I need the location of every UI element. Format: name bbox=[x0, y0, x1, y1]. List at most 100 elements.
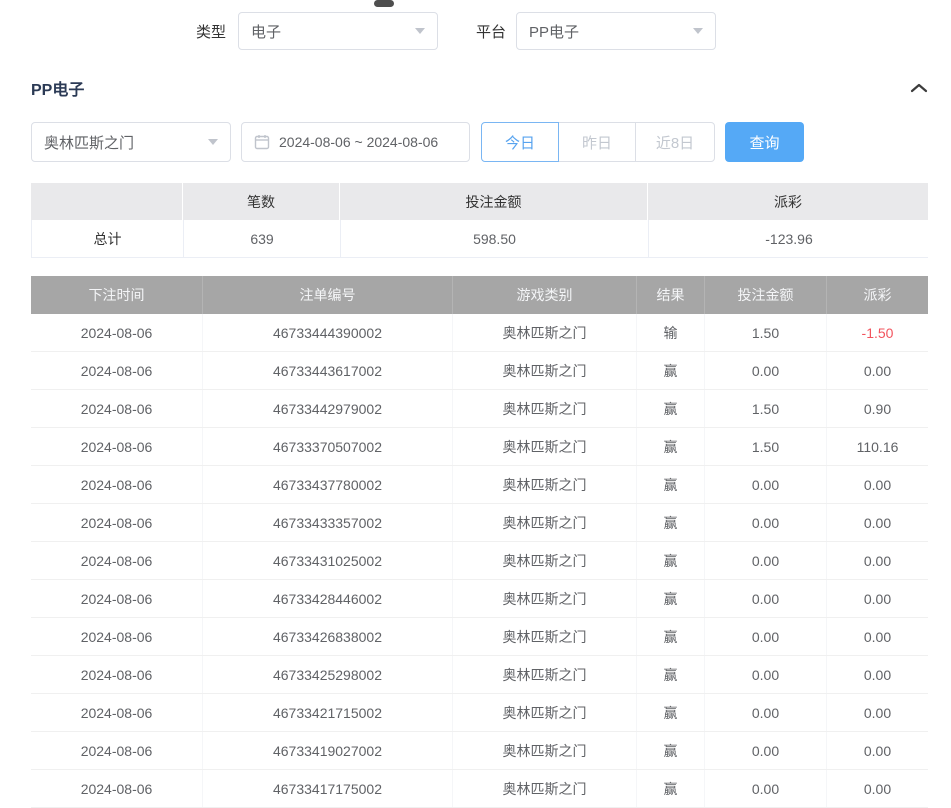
search-button[interactable]: 查询 bbox=[725, 122, 804, 162]
bet-time-cell: 2024-08-06 bbox=[31, 390, 203, 427]
type-select[interactable]: 电子 bbox=[238, 12, 438, 50]
bet-time-cell: 2024-08-06 bbox=[31, 694, 203, 731]
result-cell: 赢 bbox=[637, 504, 705, 541]
type-label: 类型 bbox=[196, 21, 226, 42]
summary-count-value: 639 bbox=[184, 220, 341, 257]
result-cell: 赢 bbox=[637, 466, 705, 503]
order-no-cell: 46733425298002 bbox=[203, 656, 453, 693]
bet-amount-cell: 0.00 bbox=[705, 694, 827, 731]
result-cell: 赢 bbox=[637, 732, 705, 769]
order-no-cell: 46733421715002 bbox=[203, 694, 453, 731]
bet-amount-cell: 0.00 bbox=[705, 504, 827, 541]
result-cell: 赢 bbox=[637, 618, 705, 655]
game-type-cell: 奥林匹斯之门 bbox=[453, 618, 637, 655]
game-type-cell: 奥林匹斯之门 bbox=[453, 694, 637, 731]
top-scrollbar-thumb[interactable] bbox=[374, 0, 394, 7]
payout-cell: -1.50 bbox=[827, 314, 928, 351]
order-no-cell: 46733433357002 bbox=[203, 504, 453, 541]
yesterday-button[interactable]: 昨日 bbox=[558, 122, 636, 162]
bet-time-cell: 2024-08-06 bbox=[31, 580, 203, 617]
payout-cell: 0.00 bbox=[827, 352, 928, 389]
bet-table-header: 下注时间注单编号游戏类别结果投注金额派彩 bbox=[31, 276, 928, 314]
summary-total-label: 总计 bbox=[32, 220, 184, 257]
bet-amount-cell: 1.50 bbox=[705, 314, 827, 351]
table-row: 2024-08-0646733370507002奥林匹斯之门赢1.50110.1… bbox=[31, 428, 928, 466]
last-8-days-button[interactable]: 近8日 bbox=[635, 122, 715, 162]
column-header-game-type: 游戏类别 bbox=[453, 276, 637, 314]
table-row: 2024-08-0646733444390002奥林匹斯之门输1.50-1.50 bbox=[31, 314, 928, 352]
payout-cell: 110.16 bbox=[827, 428, 928, 465]
today-button[interactable]: 今日 bbox=[481, 122, 559, 162]
table-row: 2024-08-0646733433357002奥林匹斯之门赢0.000.00 bbox=[31, 504, 928, 542]
result-cell: 赢 bbox=[637, 390, 705, 427]
game-type-cell: 奥林匹斯之门 bbox=[453, 466, 637, 503]
order-no-cell: 46733417175002 bbox=[203, 770, 453, 807]
bet-amount-cell: 0.00 bbox=[705, 580, 827, 617]
summary-payout-value: -123.96 bbox=[649, 220, 929, 257]
summary-bet-amount-value: 598.50 bbox=[341, 220, 649, 257]
bet-time-cell: 2024-08-06 bbox=[31, 504, 203, 541]
game-type-cell: 奥林匹斯之门 bbox=[453, 770, 637, 807]
chevron-up-icon bbox=[910, 82, 928, 94]
platform-select[interactable]: PP电子 bbox=[516, 12, 716, 50]
table-row: 2024-08-0646733437780002奥林匹斯之门赢0.000.00 bbox=[31, 466, 928, 504]
bet-amount-cell: 1.50 bbox=[705, 428, 827, 465]
date-range-value: 2024-08-06 ~ 2024-08-06 bbox=[279, 134, 438, 150]
payout-cell: 0.00 bbox=[827, 732, 928, 769]
column-header-bet-time: 下注时间 bbox=[31, 276, 203, 314]
payout-cell: 0.00 bbox=[827, 694, 928, 731]
bet-time-cell: 2024-08-06 bbox=[31, 428, 203, 465]
order-no-cell: 46733442979002 bbox=[203, 390, 453, 427]
result-cell: 输 bbox=[637, 314, 705, 351]
summary-header-count: 笔数 bbox=[183, 183, 340, 220]
summary-header-bet-amount: 投注金额 bbox=[340, 183, 648, 220]
date-range-picker[interactable]: 2024-08-06 ~ 2024-08-06 bbox=[241, 122, 470, 162]
platform-label: 平台 bbox=[476, 21, 506, 42]
table-row: 2024-08-0646733428446002奥林匹斯之门赢0.000.00 bbox=[31, 580, 928, 618]
bet-time-cell: 2024-08-06 bbox=[31, 314, 203, 351]
game-select[interactable]: 奥林匹斯之门 bbox=[31, 122, 231, 162]
order-no-cell: 46733437780002 bbox=[203, 466, 453, 503]
game-type-cell: 奥林匹斯之门 bbox=[453, 580, 637, 617]
result-cell: 赢 bbox=[637, 580, 705, 617]
calendar-icon bbox=[254, 134, 270, 150]
bet-time-cell: 2024-08-06 bbox=[31, 352, 203, 389]
table-row: 2024-08-0646733417175002奥林匹斯之门赢0.000.00 bbox=[31, 770, 928, 808]
game-type-cell: 奥林匹斯之门 bbox=[453, 656, 637, 693]
summary-total-row: 总计 639 598.50 -123.96 bbox=[31, 220, 928, 258]
table-row: 2024-08-0646733421715002奥林匹斯之门赢0.000.00 bbox=[31, 694, 928, 732]
game-type-cell: 奥林匹斯之门 bbox=[453, 314, 637, 351]
type-select-value: 电子 bbox=[251, 21, 281, 42]
platform-select-value: PP电子 bbox=[529, 21, 579, 42]
section-header: PP电子 bbox=[31, 76, 928, 100]
game-select-value: 奥林匹斯之门 bbox=[44, 132, 134, 153]
collapse-button[interactable] bbox=[910, 82, 928, 94]
order-no-cell: 46733428446002 bbox=[203, 580, 453, 617]
table-row: 2024-08-0646733443617002奥林匹斯之门赢0.000.00 bbox=[31, 352, 928, 390]
quick-date-button-group: 今日 昨日 近8日 bbox=[481, 122, 715, 162]
bet-amount-cell: 0.00 bbox=[705, 466, 827, 503]
payout-cell: 0.00 bbox=[827, 580, 928, 617]
table-row: 2024-08-0646733442979002奥林匹斯之门赢1.500.90 bbox=[31, 390, 928, 428]
bet-time-cell: 2024-08-06 bbox=[31, 656, 203, 693]
bet-amount-cell: 1.50 bbox=[705, 390, 827, 427]
table-row: 2024-08-0646733419027002奥林匹斯之门赢0.000.00 bbox=[31, 732, 928, 770]
payout-cell: 0.00 bbox=[827, 656, 928, 693]
result-cell: 赢 bbox=[637, 694, 705, 731]
result-cell: 赢 bbox=[637, 770, 705, 807]
bet-time-cell: 2024-08-06 bbox=[31, 542, 203, 579]
bet-table-body: 2024-08-0646733444390002奥林匹斯之门输1.50-1.50… bbox=[31, 314, 928, 808]
page-title: PP电子 bbox=[31, 76, 84, 100]
order-no-cell: 46733426838002 bbox=[203, 618, 453, 655]
column-header-bet-amount: 投注金额 bbox=[705, 276, 827, 314]
payout-cell: 0.00 bbox=[827, 466, 928, 503]
column-header-payout: 派彩 bbox=[827, 276, 928, 314]
column-header-order-no: 注单编号 bbox=[203, 276, 453, 314]
result-cell: 赢 bbox=[637, 656, 705, 693]
column-header-result: 结果 bbox=[637, 276, 705, 314]
game-type-cell: 奥林匹斯之门 bbox=[453, 542, 637, 579]
filter-bar: 奥林匹斯之门 2024-08-06 ~ 2024-08-06 今日 昨日 近8日… bbox=[31, 122, 928, 162]
result-cell: 赢 bbox=[637, 352, 705, 389]
bet-time-cell: 2024-08-06 bbox=[31, 732, 203, 769]
chevron-down-icon bbox=[693, 28, 703, 34]
